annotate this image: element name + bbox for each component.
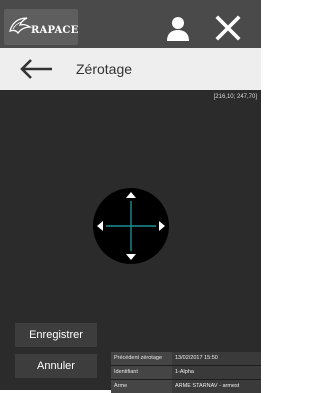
- save-button[interactable]: Enregistrer: [15, 323, 97, 347]
- coordinates-readout: [216,10; 247,70]: [213, 94, 257, 100]
- top-bar: RAPACE: [0, 0, 261, 48]
- cancel-button[interactable]: Annuler: [15, 354, 97, 378]
- user-icon: [167, 17, 189, 41]
- eagle-logo-icon: [9, 17, 32, 35]
- info-value: ARME STARNAV - armest: [172, 380, 261, 393]
- info-label: Identifiant: [111, 366, 172, 379]
- info-row-identifier: Identifiant 1-Alpha: [111, 365, 261, 379]
- page-header: Zérotage: [0, 48, 261, 90]
- user-button[interactable]: [164, 14, 192, 42]
- info-row-weapon: Arme ARME STARNAV - armest: [111, 379, 261, 393]
- direction-pad[interactable]: [92, 187, 170, 265]
- back-button[interactable]: [18, 58, 54, 80]
- info-row-previous-zeroing: Précédent zérotage 13/02/2017 15:50: [111, 352, 261, 365]
- info-table: Précédent zérotage 13/02/2017 15:50 Iden…: [111, 352, 261, 393]
- direction-pad-icon: [93, 188, 169, 264]
- app-logo: RAPACE: [4, 9, 78, 45]
- logo-text: RAPACE: [31, 25, 79, 36]
- info-label: Précédent zérotage: [111, 352, 172, 365]
- info-value: 1-Alpha: [172, 366, 261, 379]
- camera-viewport[interactable]: [216,10; 247,70] Enregistrer Annuler Pré…: [0, 90, 261, 393]
- close-button[interactable]: [212, 12, 244, 44]
- arrow-left-icon: [20, 59, 52, 79]
- close-icon: [215, 15, 241, 41]
- info-value: 13/02/2017 15:50: [172, 352, 261, 365]
- info-label: Arme: [111, 380, 172, 393]
- page-title: Zérotage: [76, 61, 133, 77]
